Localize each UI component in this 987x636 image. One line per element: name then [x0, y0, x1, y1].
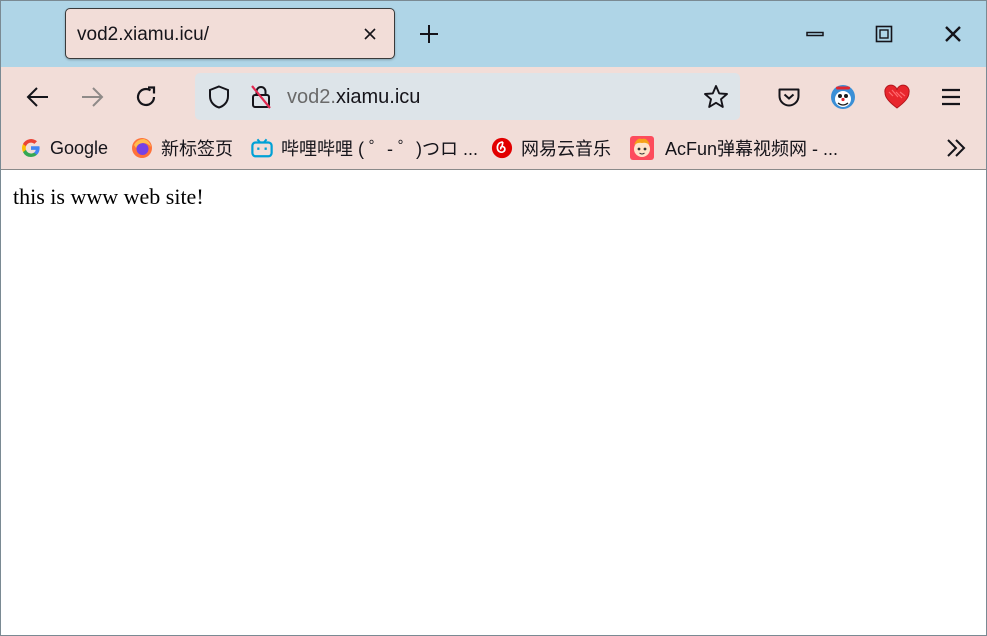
netease-music-icon — [491, 137, 513, 159]
close-window-button[interactable] — [938, 19, 968, 49]
url-text[interactable]: vod2.xiamu.icu — [287, 86, 420, 109]
bookmark-star-icon[interactable] — [702, 83, 730, 111]
bilibili-icon — [251, 137, 273, 159]
page-body-text: this is www web site! — [13, 184, 204, 209]
tab-strip: vod2.xiamu.icu/ — [1, 1, 986, 67]
bookmark-label: AcFun弹幕视频网 - ... — [665, 139, 839, 159]
bookmark-bilibili[interactable]: 哔哩哔哩 ( ゜- ゜)つロ ... — [251, 135, 478, 161]
bookmarks-toolbar: Google 新标签页 哔哩哔哩 ( ゜- ゜)つロ ... 网易云音乐 AcF… — [1, 127, 986, 170]
back-button[interactable] — [22, 81, 54, 113]
new-tab-button[interactable] — [416, 21, 442, 47]
shield-icon[interactable] — [205, 83, 233, 111]
maximize-button[interactable] — [869, 19, 899, 49]
reload-button[interactable] — [130, 81, 162, 113]
account-avatar[interactable] — [827, 81, 859, 113]
bookmark-netease-music[interactable]: 网易云音乐 — [491, 135, 611, 161]
close-tab-icon[interactable] — [359, 23, 381, 45]
heart-extension-icon[interactable] — [881, 81, 913, 113]
acfun-icon — [629, 135, 655, 161]
bookmark-google[interactable]: Google — [20, 135, 108, 161]
active-tab[interactable]: vod2.xiamu.icu/ — [65, 8, 395, 59]
bookmark-label: 网易云音乐 — [521, 139, 611, 159]
browser-window: vod2.xiamu.icu/ vod2.xiamu.icu Google 新标… — [0, 0, 987, 636]
url-subdomain: vod2. — [287, 86, 336, 108]
insecure-lock-icon[interactable] — [247, 83, 275, 111]
bookmark-acfun[interactable]: AcFun弹幕视频网 - ... — [629, 135, 838, 161]
page-content: this is www web site! — [1, 170, 986, 635]
navigation-toolbar: vod2.xiamu.icu — [1, 67, 986, 127]
pocket-button[interactable] — [773, 81, 805, 113]
menu-icon[interactable] — [935, 81, 967, 113]
tab-title: vod2.xiamu.icu/ — [77, 24, 210, 45]
bookmark-label: 新标签页 — [161, 139, 233, 159]
minimize-button[interactable] — [800, 19, 830, 49]
bookmarks-overflow-chevron-icon[interactable] — [941, 135, 971, 161]
url-bar[interactable]: vod2.xiamu.icu — [195, 73, 740, 120]
url-domain: xiamu.icu — [335, 86, 421, 108]
forward-button[interactable] — [76, 81, 108, 113]
google-icon — [20, 137, 42, 159]
firefox-icon — [131, 137, 153, 159]
bookmark-label: 哔哩哔哩 ( ゜- ゜)つロ ... — [281, 139, 478, 159]
bookmark-new-tab[interactable]: 新标签页 — [131, 135, 233, 161]
bookmark-label: Google — [50, 137, 109, 158]
